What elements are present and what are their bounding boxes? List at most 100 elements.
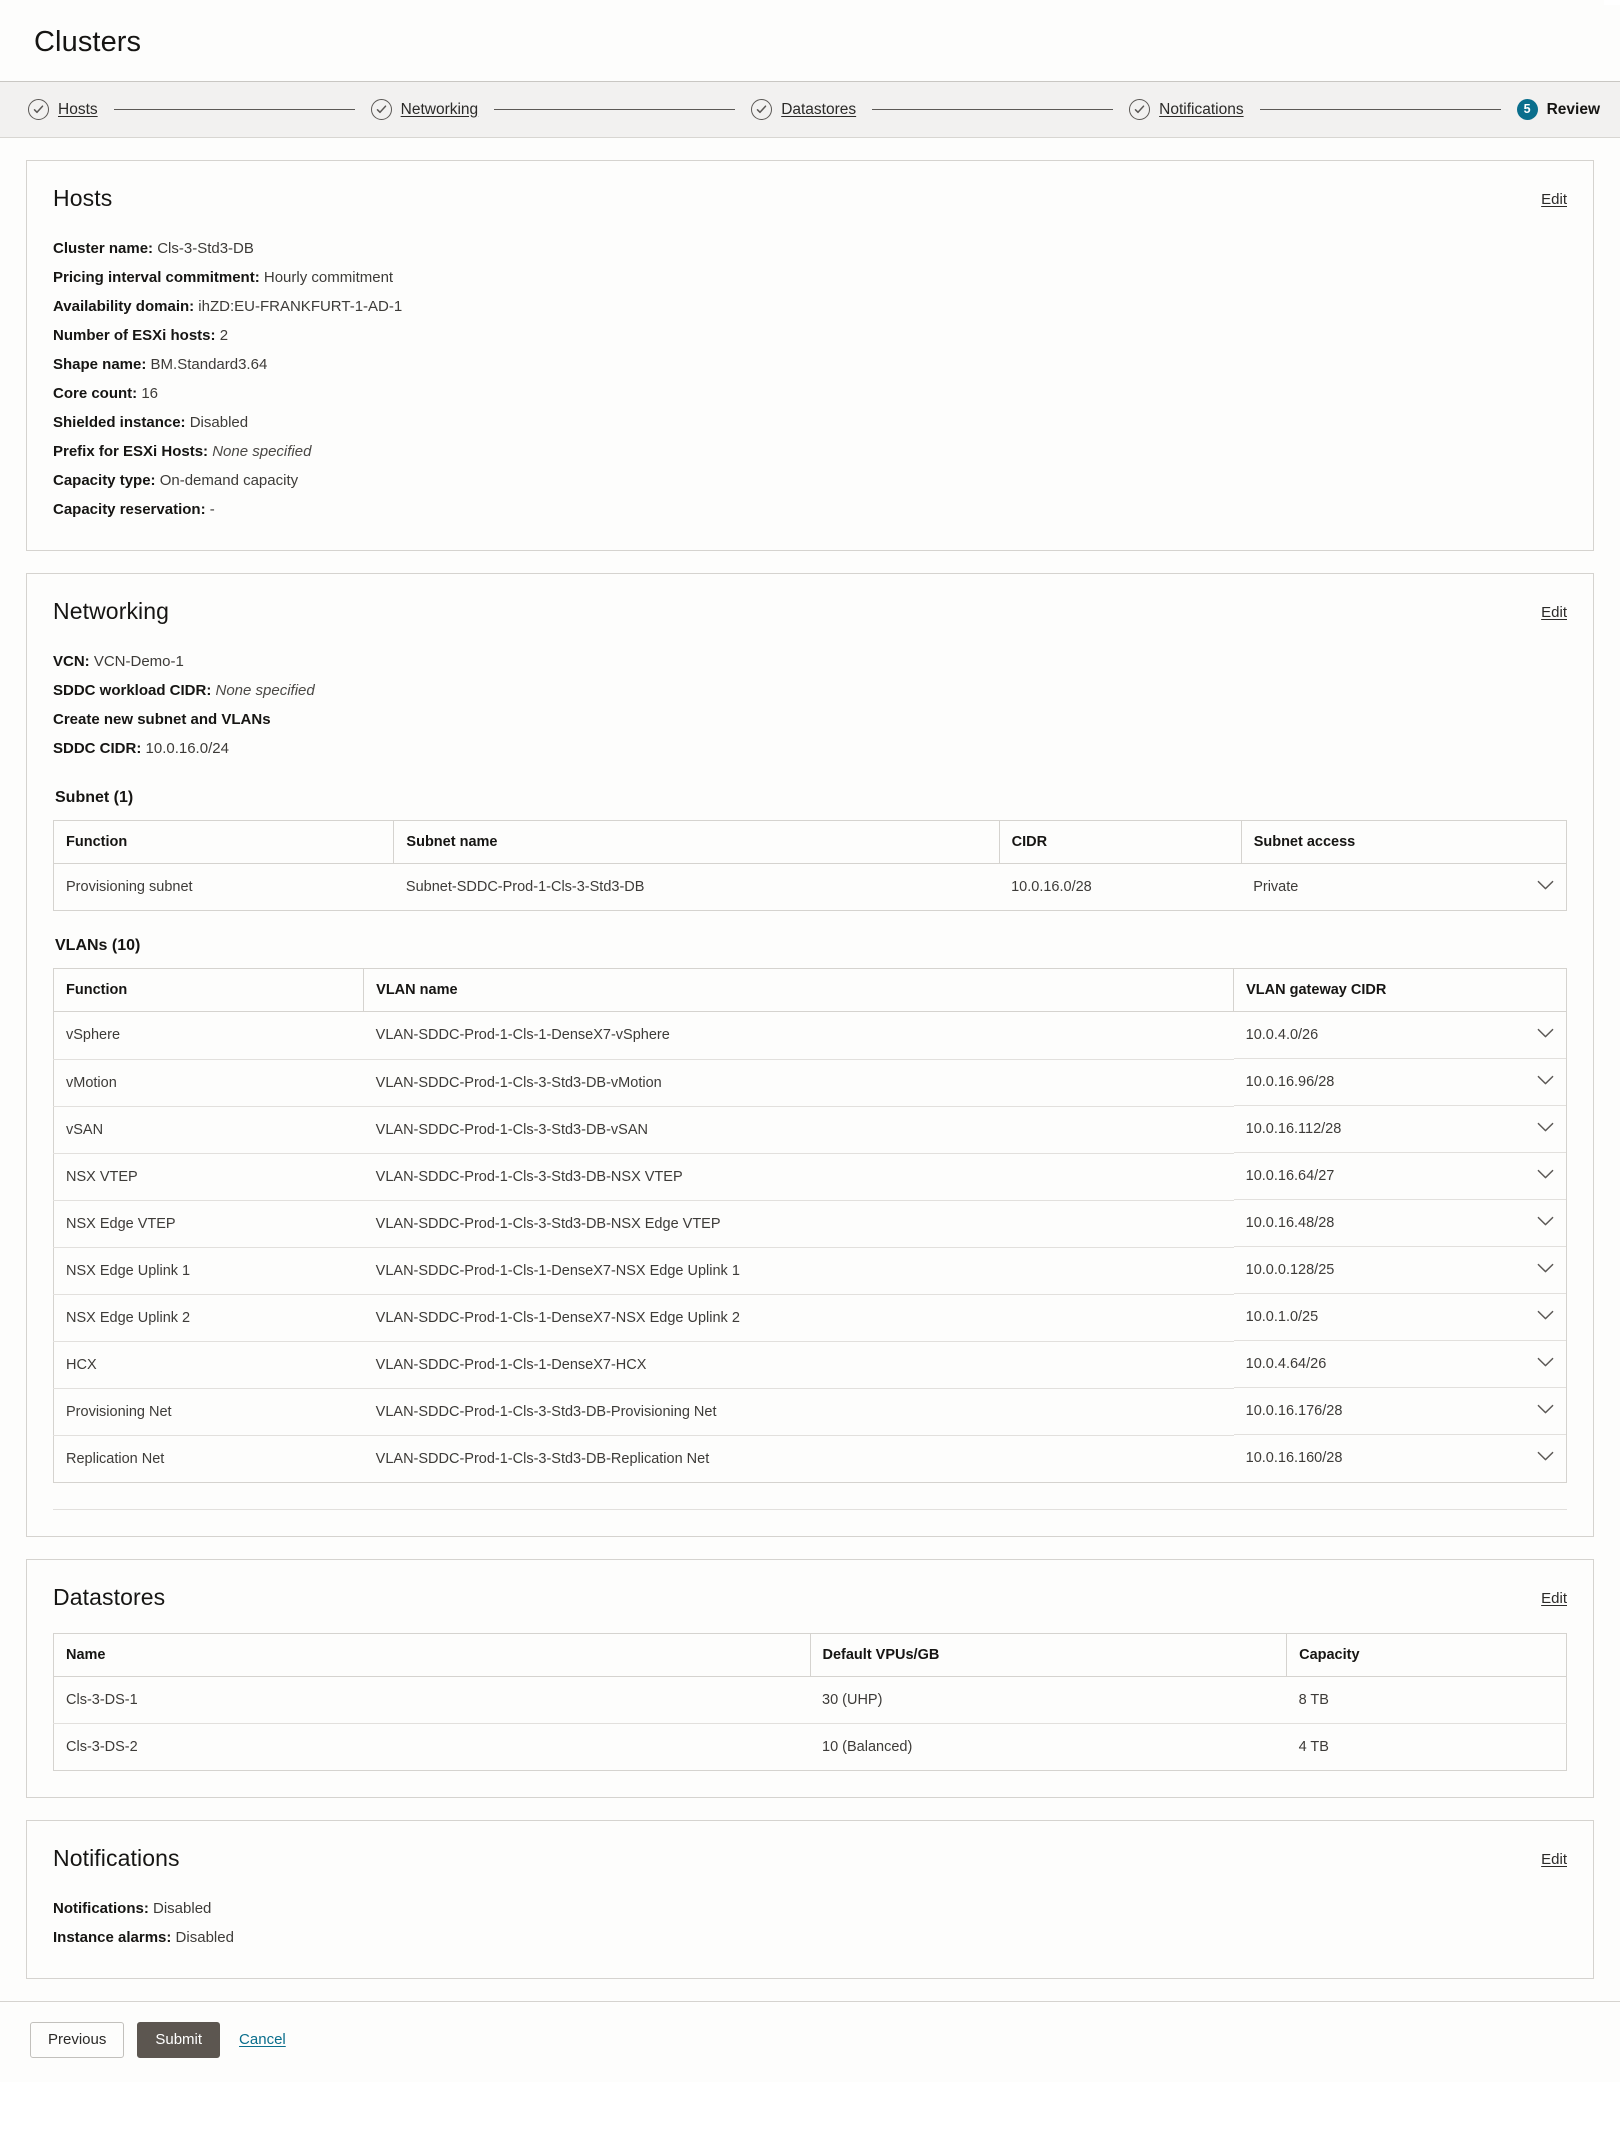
step-connector [1259,108,1501,111]
hosts-field-row: Capacity type: On-demand capacity [53,466,1567,495]
subnet-access-cell: Private [1241,864,1566,910]
step-notifications[interactable]: Notifications [1129,99,1244,120]
vlans-table-row[interactable]: Replication Net VLAN-SDDC-Prod-1-Cls-3-St… [54,1435,1567,1482]
edit-notifications-link[interactable]: Edit [1541,1845,1567,1868]
wizard-stepper: Hosts Networking Datastores Notifications 5 R… [0,82,1620,138]
subnet-column-header: CIDR [999,820,1242,864]
subnet-name-cell: Subnet-SDDC-Prod-1-Cls-3-Std3-DB [405,879,645,895]
vlan-gateway-cidr-value: 10.0.16.176/28 [1245,1403,1343,1419]
networking-field-label: Create new subnet and VLANs [53,711,271,728]
step-label-hosts[interactable]: Hosts [58,101,98,119]
vlans-table-row[interactable]: vMotion VLAN-SDDC-Prod-1-Cls-3-Std3-DB-vM… [53,1059,1567,1107]
edit-hosts-link[interactable]: Edit [1541,185,1567,208]
subnet-table-row[interactable]: Provisioning subnet Subnet-SDDC-Prod-1-Cl… [54,864,1567,911]
hosts-field-row: Cluster name: Cls-3-Std3-DB [53,234,1567,263]
step-label-datastores[interactable]: Datastores [781,101,856,119]
datastores-card-header: Datastores Edit [53,1584,1567,1611]
hosts-field-row: Prefix for ESXi Hosts: None specified [53,437,1567,466]
vlan-function-cell: vMotion [53,1059,364,1107]
datastores-column-header: Name [53,1633,811,1677]
vlan-gateway-cidr-cell: 10.0.16.48/28 [1233,1200,1566,1247]
hosts-field-value: BM.Standard3.64 [146,356,268,373]
hosts-field-label: Number of ESXi hosts: [53,327,216,344]
vlans-table-row[interactable]: NSX Edge Uplink 2 VLAN-SDDC-Prod-1-Cls-1-… [53,1294,1567,1342]
networking-field-row: SDDC workload CIDR: None specified [53,676,1567,705]
vlan-gateway-cidr-value: 10.0.4.0/26 [1245,1027,1319,1043]
networking-field-label: SDDC CIDR: [53,740,142,757]
step-label-networking[interactable]: Networking [401,101,479,119]
hosts-field-row: Availability domain: ihZD:EU-FRANKFURT-1… [53,292,1567,321]
hosts-field-label: Capacity type: [53,472,156,489]
chevron-down-icon[interactable] [1537,1356,1554,1372]
vlans-table-row[interactable]: NSX Edge VTEP VLAN-SDDC-Prod-1-Cls-3-Std3… [53,1200,1567,1248]
vlans-table-row[interactable]: NSX Edge Uplink 1 VLAN-SDDC-Prod-1-Cls-1-… [53,1247,1567,1295]
datastores-column-header: Default VPUs/GB [810,1633,1288,1677]
chevron-down-icon[interactable] [1537,1027,1554,1043]
corner-notch [1604,0,1620,5]
vlans-table-row[interactable]: Provisioning Net VLAN-SDDC-Prod-1-Cls-3-S… [53,1388,1567,1436]
vlan-function-cell: NSX Edge Uplink 1 [53,1247,364,1295]
submit-button[interactable]: Submit [137,2021,221,2058]
datastores-table-row: Cls-3-DS-2 10 (Balanced) 4 TB [54,1723,1567,1770]
step-label-notifications[interactable]: Notifications [1159,101,1243,119]
vlan-gateway-cidr-cell: 10.0.1.0/25 [1233,1294,1566,1341]
vlan-gateway-cidr-cell: 10.0.16.176/28 [1233,1388,1566,1435]
networking-field-list: VCN: VCN-Demo-1 SDDC workload CIDR: None … [53,647,1567,763]
networking-bottom-divider [53,1508,1567,1510]
vlans-column-header: Function [53,968,365,1012]
hosts-field-label: Availability domain: [53,298,195,315]
networking-field-row: VCN: VCN-Demo-1 [53,647,1567,676]
hosts-field-row: Capacity reservation: - [53,495,1567,524]
vlans-table-row[interactable]: vSAN VLAN-SDDC-Prod-1-Cls-3-Std3-DB-vSAN 1… [53,1106,1567,1154]
page-header: Clusters [0,0,1620,82]
chevron-down-icon[interactable] [1537,1074,1554,1090]
previous-button[interactable]: Previous [30,2021,125,2058]
edit-datastores-link[interactable]: Edit [1541,1584,1567,1607]
datastores-column-header: Capacity [1286,1633,1567,1677]
networking-section-title: Networking [53,598,170,624]
vlans-table-row[interactable]: vSphere VLAN-SDDC-Prod-1-Cls-1-DenseX7-vS… [53,1011,1567,1060]
chevron-down-icon[interactable] [1537,1403,1554,1419]
hosts-field-label: Shape name: [53,356,147,373]
chevron-down-icon[interactable] [1537,1168,1554,1184]
main-content: Hosts Edit Cluster name: Cls-3-Std3-DB Pr… [0,138,1620,1979]
chevron-down-icon[interactable] [1537,1121,1554,1137]
networking-field-value: VCN-Demo-1 [89,653,184,670]
subnet-column-header: Subnet access [1241,820,1567,864]
hosts-field-value: ihZD:EU-FRANKFURT-1-AD-1 [194,298,403,315]
hosts-field-value: On-demand capacity [155,472,299,489]
vlans-table-row[interactable]: HCX VLAN-SDDC-Prod-1-Cls-1-DenseX7-HCX 10.… [53,1341,1567,1389]
edit-networking-link[interactable]: Edit [1541,598,1567,621]
chevron-down-icon[interactable] [1537,1309,1554,1325]
vlans-table-row[interactable]: NSX VTEP VLAN-SDDC-Prod-1-Cls-3-Std3-DB-N… [53,1153,1567,1201]
page-title: Clusters [34,26,142,58]
chevron-down-icon[interactable] [1537,879,1554,895]
datastores-summary-card: Datastores Edit Name Default VPUs/GB Capac… [26,1558,1594,1798]
vlan-function-cell: vSphere [53,1011,364,1060]
chevron-down-icon[interactable] [1537,1450,1554,1466]
check-circle-icon [751,99,773,120]
step-hosts[interactable]: Hosts [28,99,98,120]
hosts-field-value: Cls-3-Std3-DB [153,240,254,257]
wizard-footer: Previous Submit Cancel [0,2000,1620,2082]
vlan-name-cell: VLAN-SDDC-Prod-1-Cls-1-DenseX7-NSX Edge … [363,1247,1234,1295]
chevron-down-icon[interactable] [1537,1262,1554,1278]
networking-field-row: SDDC CIDR: 10.0.16.0/24 [53,734,1567,763]
cancel-link[interactable]: Cancel [239,2031,286,2048]
hosts-field-value: Disabled [185,414,249,431]
step-datastores[interactable]: Datastores [751,99,856,120]
vlan-function-cell: vSAN [53,1106,364,1154]
step-networking[interactable]: Networking [370,99,479,120]
datastore-vpus-cell: 30 (UHP) [810,1676,1287,1724]
hosts-field-label: Pricing interval commitment: [53,269,260,286]
hosts-field-label: Core count: [53,385,138,402]
hosts-section-title: Hosts [53,185,113,211]
vlan-function-cell: NSX Edge Uplink 2 [53,1294,364,1342]
notifications-field-label: Instance alarms: [53,1928,172,1946]
hosts-field-value: 2 [215,327,229,344]
chevron-down-icon[interactable] [1537,1215,1554,1231]
notifications-field-label: Notifications: [53,1899,149,1917]
step-label-review: Review [1546,100,1601,118]
vlan-gateway-cidr-value: 10.0.16.64/27 [1245,1168,1335,1184]
networking-field-row: Create new subnet and VLANs [53,705,1567,734]
